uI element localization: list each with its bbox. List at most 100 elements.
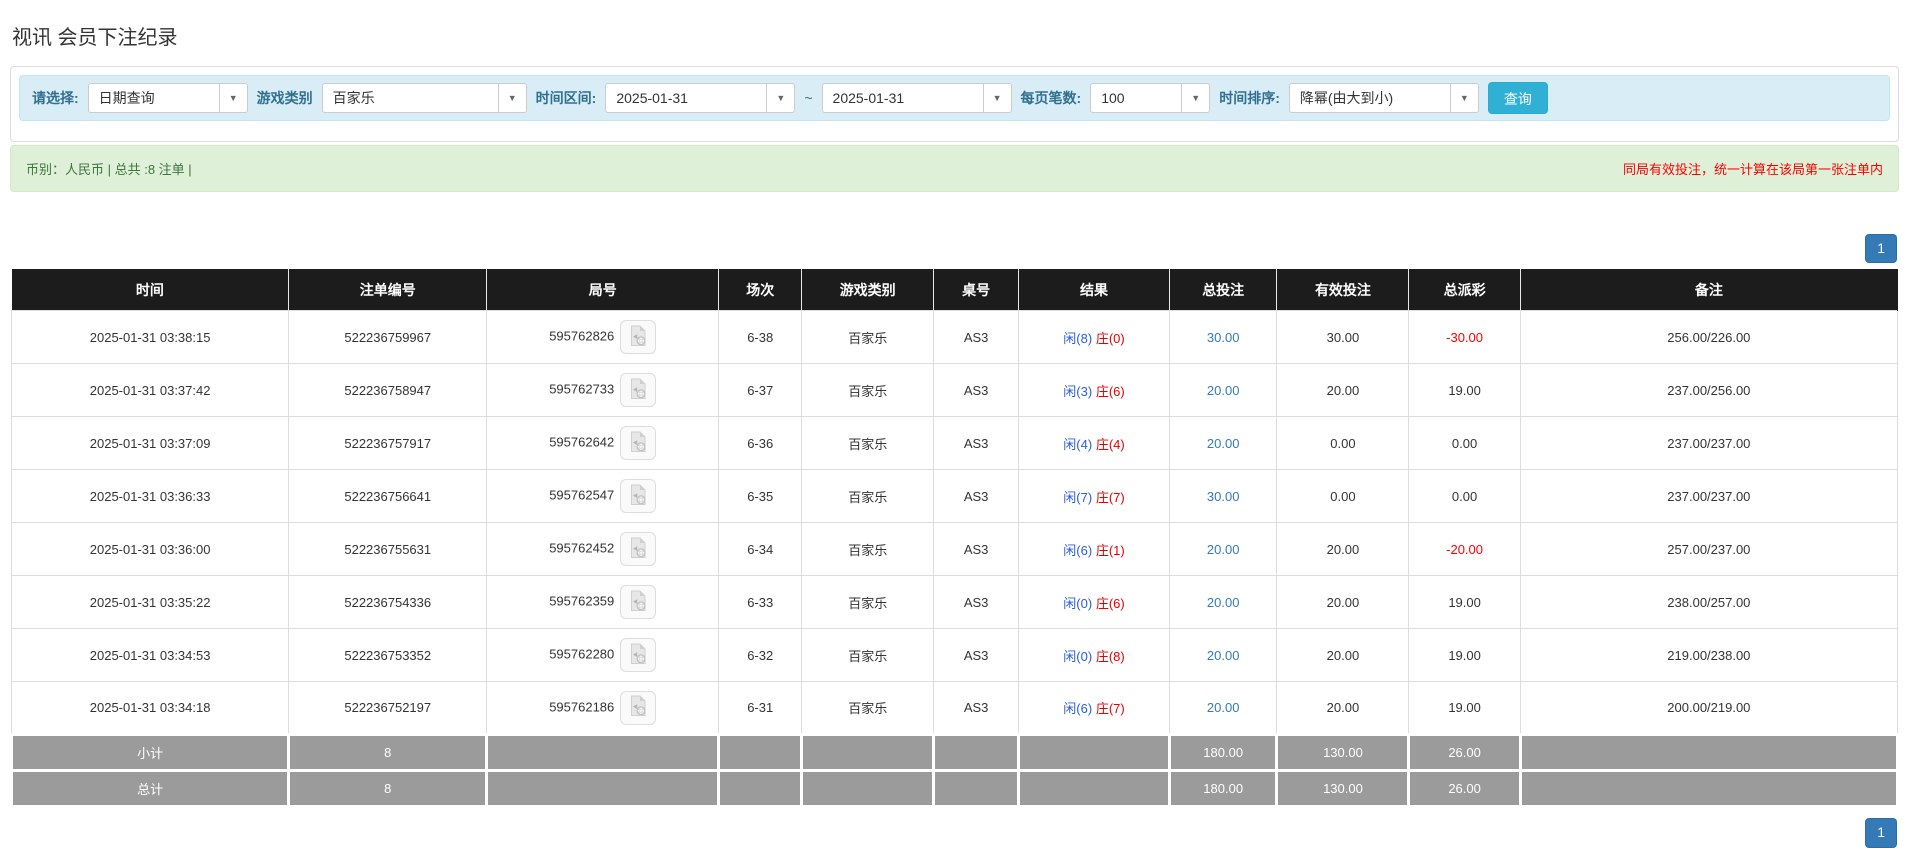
video-icon <box>628 537 648 562</box>
total-bet-link[interactable]: 30.00 <box>1207 330 1240 345</box>
video-icon <box>628 643 648 668</box>
cell-table-no: AS3 <box>933 628 1020 683</box>
video-icon <box>628 325 648 350</box>
cell-bet-no: 522236753352 <box>288 628 488 683</box>
pagination-top: 1 <box>12 233 1897 264</box>
round-number: 595762826 <box>549 328 615 344</box>
col-header-total-bet: 总投注 <box>1169 269 1278 311</box>
range-separator: ~ <box>804 89 813 106</box>
cell-total-bet: 20.00 <box>1168 681 1278 736</box>
query-type-select[interactable]: 日期查询 ▼ <box>87 82 248 113</box>
total-bet-link[interactable]: 20.00 <box>1207 383 1240 398</box>
cell-result: 闲(4) 庄(4) <box>1018 416 1170 471</box>
result-player: 闲(3) <box>1063 383 1093 399</box>
game-type-select[interactable]: 百家乐 ▼ <box>321 82 527 113</box>
subtotal-count: 8 <box>287 733 489 773</box>
grand-total-valid-bet: 130.00 <box>1275 769 1411 809</box>
round-number: 595762733 <box>549 381 615 397</box>
filter-panel: 请选择: 日期查询 ▼ 游戏类别 百家乐 ▼ 时间区间: 2025-01-31 … <box>10 65 1899 142</box>
search-button[interactable]: 查询 <box>1487 81 1548 114</box>
cell-total-bet: 20.00 <box>1168 522 1278 577</box>
cell-payout: 19.00 <box>1408 628 1521 683</box>
video-replay-button[interactable] <box>620 690 657 725</box>
sort-order-select[interactable]: 降幂(由大到小) ▼ <box>1288 82 1479 113</box>
col-header-game-type: 游戏类别 <box>801 269 935 311</box>
cell-game-type: 百家乐 <box>801 416 935 471</box>
cell-result: 闲(3) 庄(6) <box>1018 363 1170 418</box>
cell-result: 闲(0) 庄(6) <box>1018 575 1170 630</box>
cell-round-no: 595762359 <box>486 575 720 630</box>
grand-total-count: 8 <box>287 769 489 809</box>
video-icon <box>628 484 648 509</box>
cell-payout: -20.00 <box>1408 522 1521 577</box>
grand-total-label: 总计 <box>9 769 291 809</box>
round-number: 595762359 <box>549 593 615 609</box>
video-replay-button[interactable] <box>620 320 657 355</box>
col-header-bet-no: 注单编号 <box>288 269 488 311</box>
result-banker: 庄(6) <box>1095 383 1125 399</box>
col-header-session: 场次 <box>718 269 803 311</box>
video-icon <box>628 590 648 615</box>
cell-payout: 19.00 <box>1408 681 1521 736</box>
round-number: 595762452 <box>549 540 615 556</box>
grand-total-empty-cell <box>485 769 721 809</box>
cell-game-type: 百家乐 <box>801 628 935 683</box>
cell-game-type: 百家乐 <box>801 575 935 630</box>
cell-result: 闲(8) 庄(0) <box>1018 310 1170 365</box>
cell-valid-bet: 20.00 <box>1276 363 1410 418</box>
cell-time: 2025-01-31 03:36:33 <box>10 469 290 524</box>
cell-time: 2025-01-31 03:35:22 <box>10 575 290 630</box>
subtotal-empty-cell <box>1017 733 1171 773</box>
cell-time: 2025-01-31 03:34:53 <box>10 628 290 683</box>
video-replay-button[interactable] <box>620 532 657 567</box>
round-number: 595762642 <box>549 434 615 450</box>
page-size-select[interactable]: 100 ▼ <box>1090 82 1211 113</box>
cell-table-no: AS3 <box>933 363 1020 418</box>
cell-time: 2025-01-31 03:38:15 <box>10 310 290 365</box>
cell-session: 6-33 <box>718 575 803 630</box>
cell-bet-no: 522236755631 <box>288 522 488 577</box>
video-replay-button[interactable] <box>620 585 657 620</box>
cell-round-no: 595762642 <box>486 416 720 471</box>
page-1-button[interactable]: 1 <box>1865 233 1897 264</box>
cell-payout: 19.00 <box>1408 575 1521 630</box>
total-bet-link[interactable]: 20.00 <box>1207 436 1240 451</box>
cell-payout: 0.00 <box>1408 416 1521 471</box>
table-row: 2025-01-31 03:37:42 522236758947 595762733… <box>10 363 1899 418</box>
game-type-label: 游戏类别 <box>256 89 313 106</box>
cell-time: 2025-01-31 03:34:18 <box>10 681 290 736</box>
cell-game-type: 百家乐 <box>801 522 935 577</box>
total-bet-link[interactable]: 20.00 <box>1207 700 1240 715</box>
date-to-select[interactable]: 2025-01-31 ▼ <box>821 82 1012 113</box>
cell-remark: 238.00/257.00 <box>1519 575 1899 630</box>
filter-bar: 请选择: 日期查询 ▼ 游戏类别 百家乐 ▼ 时间区间: 2025-01-31 … <box>19 74 1890 121</box>
cell-game-type: 百家乐 <box>801 469 935 524</box>
date-from-select[interactable]: 2025-01-31 ▼ <box>605 82 796 113</box>
cell-bet-no: 522236756641 <box>288 469 488 524</box>
total-bet-link[interactable]: 20.00 <box>1207 595 1240 610</box>
total-bet-link[interactable]: 30.00 <box>1207 489 1240 504</box>
cell-remark: 219.00/238.00 <box>1519 628 1899 683</box>
result-player: 闲(0) <box>1063 595 1093 611</box>
cell-valid-bet: 20.00 <box>1276 522 1410 577</box>
date-from-value: 2025-01-31 <box>616 89 688 106</box>
subtotal-empty-cell <box>717 733 804 773</box>
cell-payout: 0.00 <box>1408 469 1521 524</box>
video-replay-button[interactable] <box>620 373 657 408</box>
cell-valid-bet: 20.00 <box>1276 575 1410 630</box>
cell-game-type: 百家乐 <box>801 310 935 365</box>
total-bet-link[interactable]: 20.00 <box>1207 648 1240 663</box>
sort-order-value: 降幂(由大到小) <box>1299 89 1394 106</box>
total-bet-link[interactable]: 20.00 <box>1207 542 1240 557</box>
summary-notice: 同局有效投注，统一计算在该局第一张注单内 <box>1622 161 1883 177</box>
result-banker: 庄(7) <box>1095 701 1125 717</box>
video-replay-button[interactable] <box>620 479 657 514</box>
cell-table-no: AS3 <box>933 681 1020 736</box>
result-banker: 庄(0) <box>1095 330 1125 346</box>
video-replay-button[interactable] <box>620 638 657 673</box>
video-replay-button[interactable] <box>620 426 657 461</box>
page-1-button[interactable]: 1 <box>1865 818 1897 848</box>
video-icon <box>628 378 648 403</box>
cell-total-bet: 30.00 <box>1168 469 1278 524</box>
result-banker: 庄(1) <box>1095 542 1125 558</box>
